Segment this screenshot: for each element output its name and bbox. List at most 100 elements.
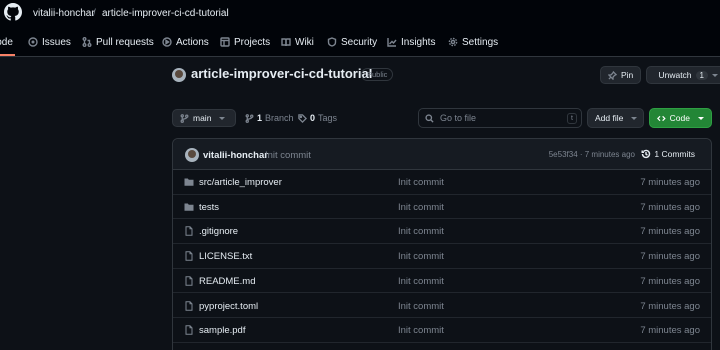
tag-count: 0 — [310, 113, 316, 123]
code-icon — [657, 115, 666, 121]
branch-selector[interactable]: main — [172, 109, 236, 127]
file-row[interactable]: sample.pdf Init commit 7 minutes ago — [173, 318, 711, 343]
file-commit-message[interactable]: Init commit — [398, 325, 444, 336]
file-icon — [184, 251, 194, 261]
tab-actions[interactable]: Actions — [162, 31, 209, 53]
file-commit-age: 7 minutes ago — [640, 300, 700, 312]
file-commit-message[interactable]: Init commit — [398, 251, 444, 262]
branch-icon — [180, 113, 189, 123]
file-commit-message[interactable]: Init commit — [398, 226, 444, 237]
commit-message[interactable]: Init commit — [265, 150, 311, 161]
tab-pull-requests[interactable]: Pull requests — [82, 31, 154, 53]
file-commit-message[interactable]: Init commit — [398, 276, 444, 287]
pin-button[interactable]: Pin — [600, 66, 642, 84]
chevron-down-icon — [712, 73, 718, 77]
tab-security[interactable]: Security — [327, 31, 377, 53]
file-icon — [184, 325, 194, 335]
tag-icon — [298, 113, 307, 123]
file-row[interactable]: pyproject.toml Init commit 7 minutes ago — [173, 294, 711, 319]
folder-icon — [184, 177, 194, 187]
branches-link[interactable]: 1 Branch — [245, 113, 294, 123]
issue-icon — [28, 37, 38, 47]
repo-owner-avatar[interactable] — [172, 68, 186, 82]
tab-settings[interactable]: Settings — [448, 31, 498, 53]
file-name[interactable]: tests — [199, 202, 219, 213]
github-logo-icon[interactable] — [4, 3, 22, 21]
go-to-file-input[interactable] — [440, 113, 560, 123]
add-file-button[interactable]: Add file — [587, 108, 644, 128]
tab-label: Pull requests — [96, 36, 154, 48]
top-header: vitalii-honchar / article-improver-ci-cd… — [0, 0, 720, 57]
chevron-down-icon — [219, 116, 226, 120]
history-icon — [641, 149, 651, 159]
folder-icon — [184, 202, 194, 212]
code-button[interactable]: Code — [649, 108, 712, 128]
shield-icon — [327, 37, 337, 47]
search-icon — [425, 113, 434, 123]
file-row[interactable]: README.md Init commit 7 minutes ago — [173, 269, 711, 294]
file-commit-age: 7 minutes ago — [640, 325, 700, 337]
book-icon — [281, 38, 291, 47]
chevron-down-icon — [631, 116, 638, 120]
watch-count: 1 — [695, 70, 708, 80]
file-name[interactable]: LICENSE.txt — [199, 251, 252, 262]
file-row[interactable]: tests Init commit 7 minutes ago — [173, 195, 711, 220]
active-tab-underline — [0, 54, 15, 56]
tab-label: Code — [0, 36, 13, 48]
file-icon — [184, 300, 194, 311]
tab-wiki[interactable]: Wiki — [281, 31, 314, 53]
tag-label: Tags — [318, 113, 338, 123]
file-commit-age: 7 minutes ago — [640, 226, 700, 238]
branch-label: Branch — [265, 113, 294, 123]
file-commit-message[interactable]: Init commit — [398, 177, 444, 188]
tab-issues[interactable]: Issues — [28, 31, 71, 53]
file-name[interactable]: pyproject.toml — [199, 301, 258, 312]
repo-title[interactable]: article-improver-ci-cd-tutorial — [191, 66, 372, 81]
tags-link[interactable]: 0 Tags — [298, 113, 337, 123]
chevron-down-icon — [698, 116, 704, 120]
commit-author-avatar[interactable] — [185, 148, 199, 162]
code-label: Code — [669, 113, 690, 123]
file-row[interactable]: .gitignore Init commit 7 minutes ago — [173, 219, 711, 245]
table-icon — [220, 37, 230, 47]
file-commit-message[interactable]: Init commit — [398, 301, 444, 312]
breadcrumb-repo[interactable]: article-improver-ci-cd-tutorial — [102, 8, 229, 19]
unwatch-button[interactable]: Unwatch 1 — [646, 66, 720, 84]
breadcrumb-separator: / — [93, 8, 96, 19]
commit-count: 1 Commits — [654, 149, 695, 159]
pin-label: Pin — [621, 70, 634, 80]
tab-label: Settings — [462, 36, 499, 48]
pin-icon — [608, 70, 617, 80]
file-name[interactable]: README.md — [199, 276, 255, 287]
file-commit-age: 7 minutes ago — [640, 177, 700, 188]
file-commit-age: 7 minutes ago — [640, 201, 700, 213]
visibility-badge: Public — [361, 68, 394, 81]
tab-label: Insights — [401, 36, 436, 48]
unwatch-label: Unwatch — [658, 70, 692, 80]
go-to-file-search[interactable]: t — [418, 108, 582, 128]
file-name[interactable]: src/article_improver — [199, 177, 282, 188]
breadcrumb-owner[interactable]: vitalii-honchar — [33, 8, 95, 19]
branch-name: main — [193, 113, 212, 123]
tab-projects[interactable]: Projects — [220, 31, 270, 53]
file-browser: vitalii-honchar Init commit 5e53f34 · 7 … — [172, 138, 712, 350]
pull-request-icon — [82, 37, 92, 47]
file-row[interactable]: LICENSE.txt Init commit 7 minutes ago — [173, 244, 711, 269]
search-shortcut-key: t — [567, 113, 577, 124]
tab-label: Wiki — [295, 36, 314, 48]
file-row[interactable]: src/article_improver Init commit 7 minutes… — [173, 170, 711, 195]
repo-nav-tabs: Code Issues Pull requests Actions Projec… — [0, 31, 720, 53]
commit-author[interactable]: vitalii-honchar — [203, 150, 268, 161]
tab-insights[interactable]: Insights — [387, 31, 435, 53]
play-icon — [162, 37, 172, 47]
file-icon — [184, 276, 194, 286]
commit-hash-time[interactable]: 5e53f34 · 7 minutes ago — [549, 150, 635, 159]
file-name[interactable]: .gitignore — [199, 226, 238, 237]
file-name[interactable]: sample.pdf — [199, 325, 245, 336]
tab-label: Actions — [176, 36, 209, 48]
file-commit-message[interactable]: Init commit — [398, 202, 444, 213]
graph-icon — [387, 38, 397, 47]
tab-code[interactable]: Code — [0, 31, 13, 53]
branch-count: 1 — [257, 113, 263, 123]
commit-history-link[interactable]: 1 Commits — [641, 149, 695, 159]
